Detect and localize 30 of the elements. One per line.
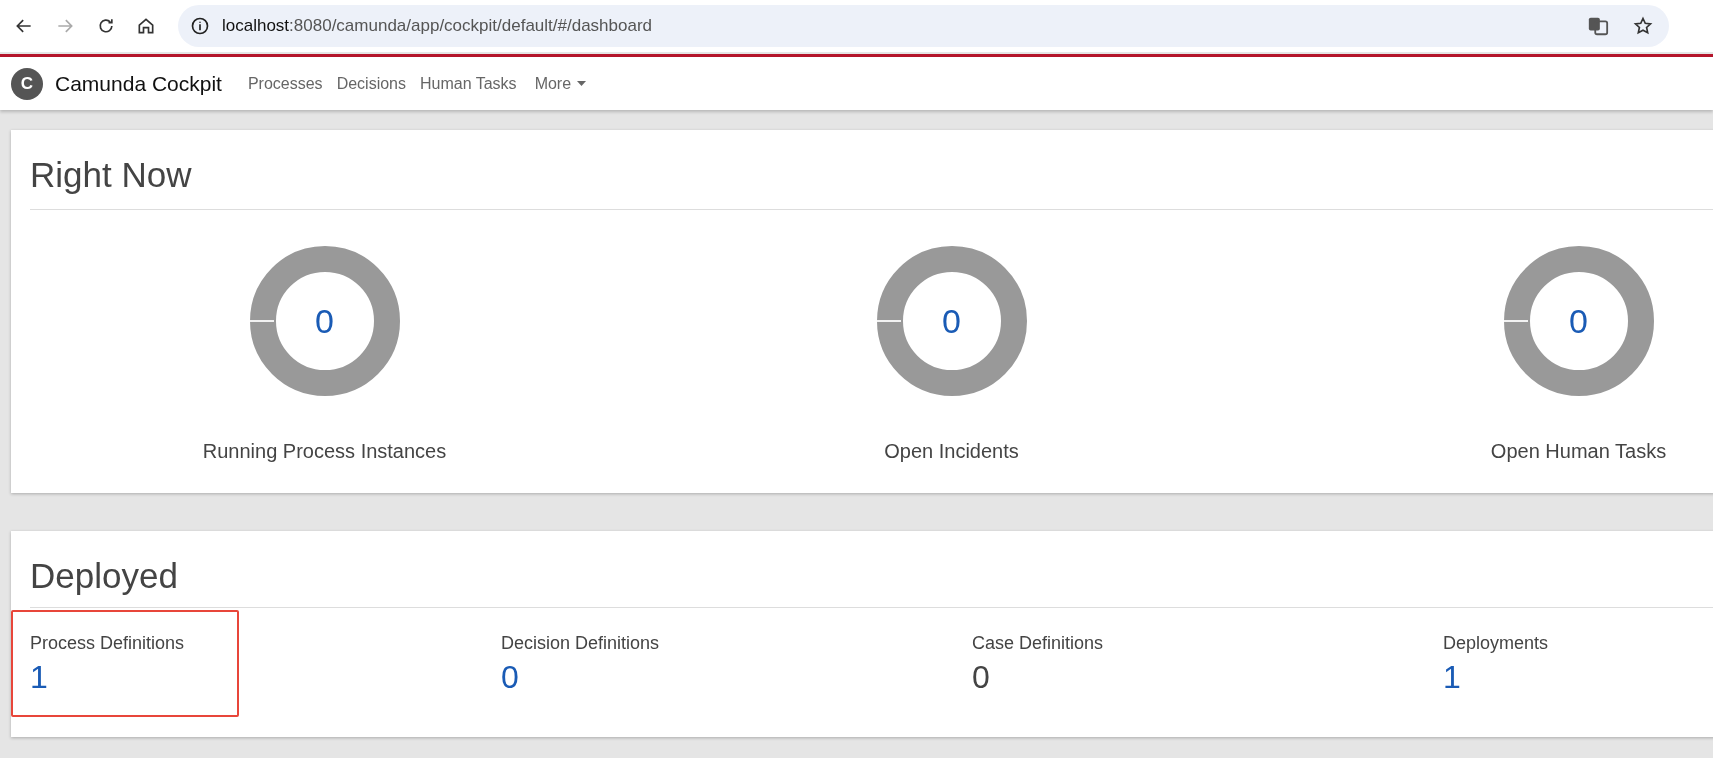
section-title: Right Now [30,154,193,196]
metric-value[interactable]: 0 [942,295,961,347]
star-icon[interactable] [1633,16,1653,36]
nav-link[interactable]: Decisions [336,71,406,96]
metric-label: Open Incidents [884,439,1019,464]
logo-icon: C [11,67,43,100]
reload-icon[interactable] [96,16,116,36]
nav-dropdown[interactable]: More [534,71,587,96]
definition-label: Process Definitions [30,632,185,655]
metric-label: Running Process Instances [202,439,447,464]
url-text: localhost:8080/camunda/app/cockpit/default/#/dashboard [222,15,654,38]
nav-link[interactable]: Human Tasks [420,71,517,96]
definition-label: Case Definitions [972,632,1104,655]
definition-count-link[interactable]: 1 [1443,657,1461,697]
metric-label: Open Human Tasks [1490,439,1667,464]
metric-value[interactable]: 0 [315,295,334,347]
metric-value[interactable]: 0 [1569,295,1588,347]
section-title: Deployed [30,555,179,597]
nav-link[interactable]: Processes [247,71,323,96]
caret-icon [577,81,587,86]
translate-icon[interactable] [1587,15,1609,37]
address-bar[interactable]: localhost:8080/camunda/app/cockpit/default/#/dashboard [178,5,1669,47]
definition-count-link[interactable]: 1 [30,657,48,697]
info-icon[interactable] [190,16,210,36]
definition-count: 0 [972,658,990,697]
app-title: Camunda Cockpit [55,70,222,97]
home-icon[interactable] [136,16,156,36]
definition-label: Deployments [1443,632,1549,655]
definition-count-link[interactable]: 0 [501,657,519,697]
definition-label: Decision Definitions [501,632,660,655]
